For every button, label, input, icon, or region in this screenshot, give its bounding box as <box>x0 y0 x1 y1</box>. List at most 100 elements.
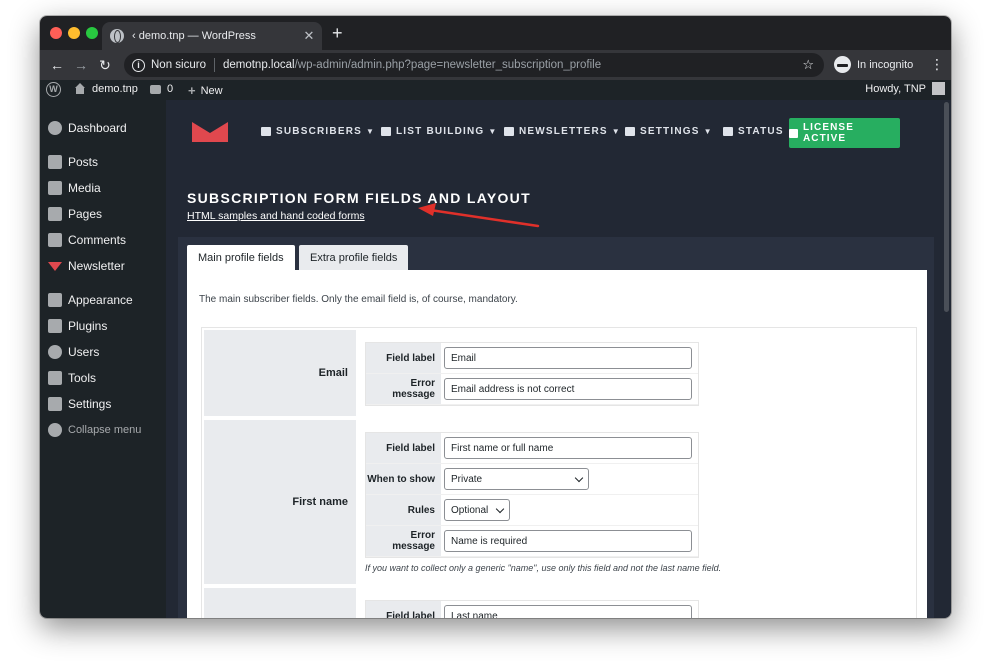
newsletter-icon <box>48 261 62 271</box>
sidebar-item-comments[interactable]: Comments <box>40 229 166 251</box>
email-field-label-row: Field label Email <box>366 343 698 374</box>
sidebar-item-plugins[interactable]: Plugins <box>40 315 166 337</box>
site-name-link[interactable]: demo.tnp <box>74 83 138 95</box>
select-value: Optional <box>451 504 489 516</box>
sidebar-item-label: Pages <box>68 207 103 221</box>
bookmark-star-icon[interactable]: ☆ <box>802 57 814 73</box>
nav-subscribers[interactable]: SUBSCRIBERS ▼ <box>261 126 375 137</box>
maximize-window-button[interactable] <box>86 27 98 39</box>
pin-icon <box>48 155 62 169</box>
nav-label: SETTINGS <box>640 126 700 137</box>
sidebar-item-label: Posts <box>68 155 99 169</box>
info-icon[interactable]: i <box>132 58 145 72</box>
incognito-indicator[interactable]: In incognito <box>834 56 913 73</box>
avatar <box>932 82 945 95</box>
user-icon <box>48 345 62 359</box>
browser-toolbar: ← → ↻ i Non sicuro demotnp.local /wp-adm… <box>40 50 951 80</box>
url-path: /wp-admin/admin.php?page=newsletter_subs… <box>294 59 602 71</box>
email-settings: Field label Email Error message Email ad… <box>365 342 699 406</box>
sidebar-item-newsletter[interactable]: Newsletter <box>40 255 166 277</box>
sidebar-item-tools[interactable]: Tools <box>40 367 166 389</box>
plus-icon: + <box>188 83 196 98</box>
sidebar-item-dashboard[interactable]: Dashboard <box>40 117 166 139</box>
globe-icon <box>110 29 124 43</box>
tab-strip: ‹ demo.tnp — WordPress ✕ + <box>40 16 951 50</box>
reload-button[interactable]: ↻ <box>96 56 114 74</box>
license-active-button[interactable]: LICENSE ACTIVE <box>789 118 900 148</box>
newsletter-logo-icon[interactable] <box>192 122 228 142</box>
pages-icon <box>48 207 62 221</box>
field-label-caption: Field label <box>366 433 441 463</box>
minimize-window-button[interactable] <box>68 27 80 39</box>
tab-close-icon[interactable]: ✕ <box>300 28 318 44</box>
site-name: demo.tnp <box>92 83 138 95</box>
when-to-show-select[interactable]: Private <box>444 468 589 490</box>
address-bar[interactable]: i Non sicuro demotnp.local /wp-admin/adm… <box>124 53 824 77</box>
chevron-down-icon: ▼ <box>488 127 498 136</box>
admin-sidebar: Dashboard Posts Media Pages Comments New… <box>40 100 166 618</box>
main-content: SUBSCRIBERS ▼ LIST BUILDING ▼ NEWSLETTER… <box>166 100 951 618</box>
comment-bubble-icon <box>150 84 161 94</box>
sidebar-item-pages[interactable]: Pages <box>40 203 166 225</box>
new-content-link[interactable]: + New <box>188 83 223 98</box>
scrollbar-thumb[interactable] <box>944 102 949 312</box>
url-host: demotnp.local <box>222 59 295 71</box>
sidebar-collapse-menu[interactable]: Collapse menu <box>40 419 166 441</box>
tab-main-profile-fields[interactable]: Main profile fields <box>187 245 295 271</box>
sidebar-item-posts[interactable]: Posts <box>40 151 166 173</box>
wordpress-logo-icon[interactable]: W <box>46 82 61 97</box>
media-icon <box>48 181 62 195</box>
forward-button[interactable]: → <box>72 56 90 74</box>
sidebar-item-media[interactable]: Media <box>40 177 166 199</box>
chevron-down-icon: ▼ <box>703 127 713 136</box>
howdy-label: Howdy, TNP <box>865 82 926 95</box>
sidebar-item-label: Users <box>68 345 100 359</box>
tab-title: ‹ demo.tnp — WordPress <box>132 30 256 42</box>
field-label-caption: Field label <box>366 601 441 618</box>
sidebar-item-label: Dashboard <box>68 121 127 135</box>
sidebar-item-users[interactable]: Users <box>40 341 166 363</box>
sidebar-item-label: Settings <box>68 397 112 411</box>
annotation-arrow-icon <box>418 203 540 228</box>
newsletter-nav: SUBSCRIBERS ▼ LIST BUILDING ▼ NEWSLETTER… <box>166 100 951 164</box>
chevron-down-icon <box>495 504 505 514</box>
last-name-field-label-input[interactable]: Last name <box>444 605 692 618</box>
chevron-down-icon: ▼ <box>366 127 376 136</box>
first-name-error-message-input[interactable]: Name is required <box>444 530 692 552</box>
last-name-field-label-row: Field label Last name <box>366 601 698 618</box>
wp-admin-bar: W demo.tnp 0 + New Howdy, TNP <box>40 80 951 100</box>
email-field-label-input[interactable]: Email <box>444 347 692 369</box>
new-tab-button[interactable]: + <box>332 24 343 42</box>
nav-list-building[interactable]: LIST BUILDING ▼ <box>381 126 498 137</box>
nav-status[interactable]: STATUS <box>723 126 784 137</box>
first-name-field-label-row: Field label First name or full name <box>366 433 698 464</box>
nav-settings[interactable]: SETTINGS ▼ <box>625 126 713 137</box>
html-samples-link[interactable]: HTML samples and hand coded forms <box>187 210 365 222</box>
close-window-button[interactable] <box>50 27 62 39</box>
page-scrollbar[interactable] <box>942 100 951 618</box>
error-message-caption: Error message <box>366 374 441 404</box>
tab-extra-profile-fields[interactable]: Extra profile fields <box>299 245 409 270</box>
email-error-message-input[interactable]: Email address is not correct <box>444 378 692 400</box>
brush-icon <box>48 293 62 307</box>
sidebar-item-settings[interactable]: Settings <box>40 393 166 415</box>
account-menu[interactable]: Howdy, TNP <box>865 82 945 95</box>
field-label-caption: Field label <box>366 343 441 373</box>
back-button[interactable]: ← <box>48 56 66 74</box>
check-icon <box>789 128 798 138</box>
rules-select[interactable]: Optional <box>444 499 510 521</box>
wrench-icon <box>723 127 733 136</box>
sidebar-item-appearance[interactable]: Appearance <box>40 289 166 311</box>
fields-table: Email Field label Email Error message Em… <box>201 327 917 618</box>
wrench-icon <box>48 371 62 385</box>
browser-menu-icon[interactable]: ⋮ <box>930 57 944 71</box>
nav-newsletters[interactable]: NEWSLETTERS ▼ <box>504 126 621 137</box>
comments-link[interactable]: 0 <box>150 83 173 95</box>
first-name-hint: If you want to collect only a generic "n… <box>365 563 722 573</box>
field-name-email: Email <box>204 330 356 416</box>
first-name-field-label-input[interactable]: First name or full name <box>444 437 692 459</box>
new-label: New <box>200 84 223 97</box>
home-icon <box>74 83 86 95</box>
browser-tab[interactable]: ‹ demo.tnp — WordPress ✕ <box>102 22 322 50</box>
incognito-icon <box>834 56 851 73</box>
